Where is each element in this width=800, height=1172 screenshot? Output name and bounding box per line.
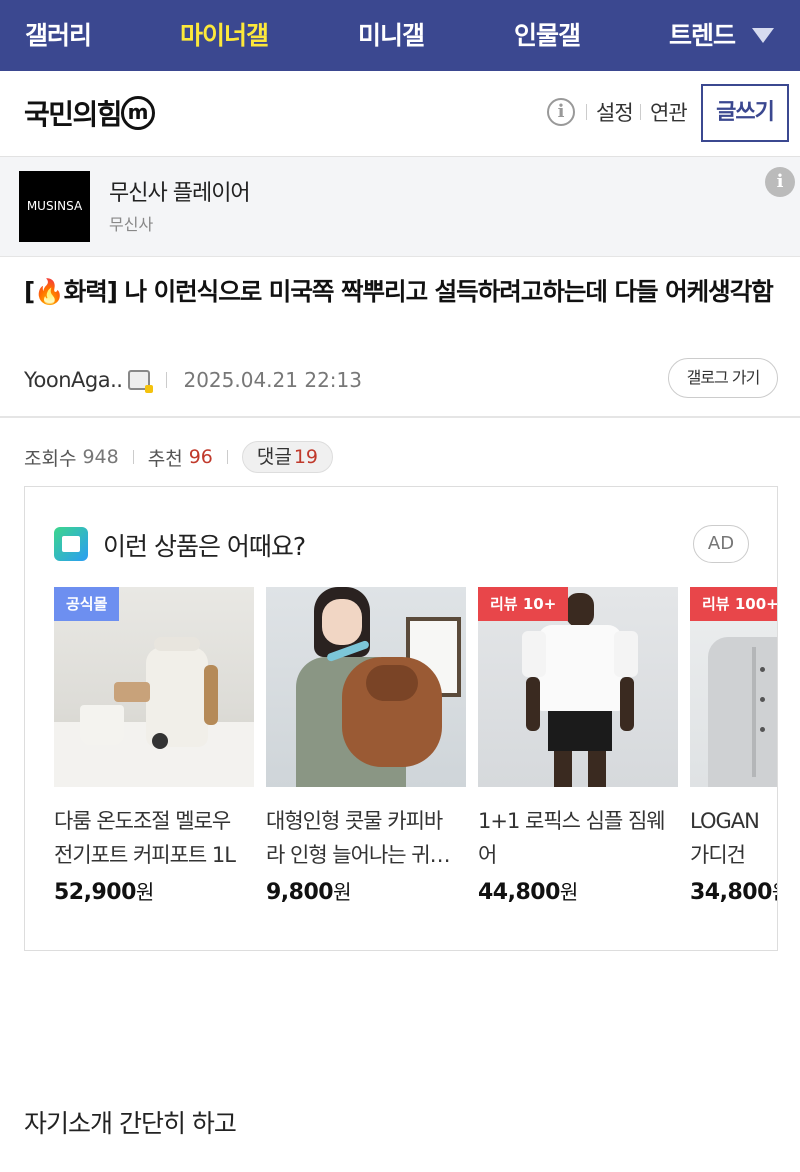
divider (166, 372, 168, 388)
currency-label: 원 (135, 880, 154, 904)
product-price: 34,800원 (690, 876, 777, 905)
nav-item-person-gallery[interactable]: 인물갤 (514, 0, 581, 71)
recommend-label: 추천 (147, 447, 183, 470)
product-price: 52,900원 (54, 876, 254, 905)
post-meta: YoonAga.. 2025.04.21 22:13 (24, 365, 362, 395)
ad-badge[interactable]: AD (693, 525, 749, 563)
settings-link[interactable]: 설정 (596, 97, 634, 127)
product-name[interactable]: 다룸 온도조절 멜로우 전기포트 커피포트 1L (54, 804, 254, 872)
divider (132, 450, 134, 464)
author-name[interactable]: YoonAga.. (24, 368, 123, 392)
write-button[interactable]: 글쓰기 (701, 84, 789, 142)
nav-item-mini-gallery[interactable]: 미니갤 (358, 0, 425, 71)
product-image-capybara-plush[interactable] (266, 587, 466, 787)
sponsor-banner[interactable]: MUSINSA 무신사 플레이어 무신사 i (0, 157, 800, 257)
post-stats: 조회수 948 추천 96 댓글 19 (24, 441, 334, 473)
divider (640, 104, 641, 120)
post-date: 2025.04.21 22:13 (183, 368, 362, 392)
related-link[interactable]: 연관 (650, 97, 688, 127)
nav-item-trend[interactable]: 트렌드 (669, 0, 736, 71)
ad-info-icon[interactable]: i (765, 167, 795, 197)
info-icon[interactable]: i (547, 98, 575, 126)
sponsor-logo[interactable]: MUSINSA (19, 171, 90, 242)
product-card[interactable]: 공식몰 다룸 온도조절 멜로우 전기포트 커피포트 1L 52,900원 (54, 587, 254, 905)
product-card[interactable]: 리뷰 10+ 1+1 로픽스 심플 짐웨어 오버핏반팔 12컬러 44,800원 (478, 587, 678, 905)
divider (0, 416, 800, 418)
product-tag: 공식몰 (54, 587, 120, 621)
nav-item-gallery[interactable]: 갤러리 (25, 0, 92, 71)
product-name[interactable]: 1+1 로픽스 심플 짐웨어 오버핏반팔 12컬러 (478, 804, 678, 872)
price-value: 34,800 (690, 880, 772, 905)
product-card[interactable]: 리뷰 100+ LOGAN 가디건 34,800원 (690, 587, 777, 905)
recommend-count: 96 (188, 446, 213, 468)
comments-button[interactable]: 댓글 19 (241, 441, 334, 473)
sponsor-subtitle: 무신사 (109, 215, 154, 234)
shopping-bag-icon (54, 527, 88, 561)
divider (226, 450, 228, 464)
product-ad-box: 이런 상품은 어때요? AD 공식몰 다룸 온도조절 멜로우 전기포트 커피포트… (24, 486, 778, 951)
top-nav: 갤러리 마이너갤 미니갤 인물갤 트렌드 (0, 0, 800, 71)
post-title: [🔥화력] 나 이런식으로 미국쪽 짝뿌리고 설득하려고하는데 다들 어케생각함 (24, 277, 774, 306)
ad-heading: 이런 상품은 어때요? (103, 532, 306, 561)
divider (586, 104, 587, 120)
sponsor-name[interactable]: 무신사 플레이어 (109, 175, 251, 207)
gallog-button[interactable]: 갤로그 가기 (668, 358, 778, 398)
currency-label: 원 (559, 880, 578, 904)
product-price: 9,800원 (266, 876, 466, 905)
comments-count: 19 (293, 446, 319, 468)
minor-gallery-badge-icon: m (121, 96, 155, 130)
nav-item-minor-gallery[interactable]: 마이너갤 (180, 0, 269, 71)
user-level-icon (128, 370, 154, 393)
gallery-title[interactable]: 국민의힘 (24, 93, 123, 133)
comments-label: 댓글 (256, 446, 292, 468)
product-name[interactable]: 대형인형 콧물 카피바 라 인형 늘어나는 귀… (266, 804, 466, 872)
product-tag: 리뷰 100+ (690, 587, 777, 621)
product-price: 44,800원 (478, 876, 678, 905)
product-card[interactable]: 대형인형 콧물 카피바 라 인형 늘어나는 귀… 9,800원 (266, 587, 466, 905)
chevron-down-icon[interactable] (752, 28, 774, 43)
product-tag: 리뷰 10+ (478, 587, 569, 621)
price-value: 44,800 (478, 880, 560, 905)
views-count: 948 (82, 446, 119, 468)
views-label: 조회수 (24, 447, 77, 470)
price-value: 9,800 (266, 880, 334, 905)
product-name[interactable]: LOGAN 가디건 (690, 804, 777, 872)
currency-label: 원 (333, 880, 351, 904)
gallery-header: 국민의힘 m i 설정 연관 글쓰기 (0, 71, 800, 157)
post-body-text: 자기소개 간단히 하고 (24, 1109, 237, 1138)
price-value: 52,900 (54, 880, 136, 905)
currency-label: 원 (772, 880, 777, 904)
